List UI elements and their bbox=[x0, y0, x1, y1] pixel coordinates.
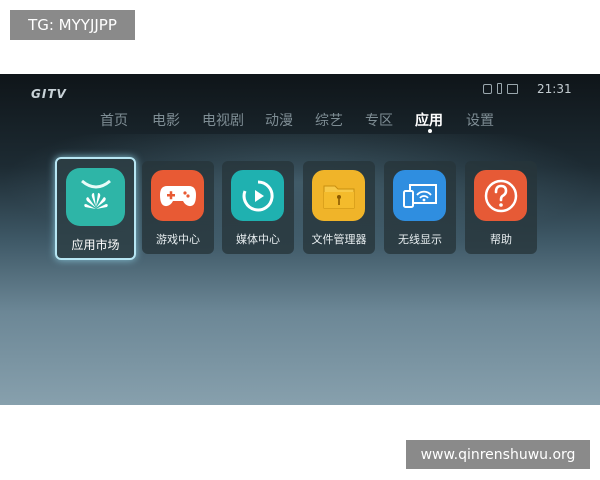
nav-item-settings[interactable]: 设置 bbox=[466, 110, 494, 130]
bottom-watermark: www.qinrenshuwu.org bbox=[406, 440, 590, 469]
huawei-bag-icon bbox=[66, 168, 125, 226]
app-tile-media-center[interactable]: 媒体中心 bbox=[222, 161, 294, 254]
nav-item-apps[interactable]: 应用 bbox=[415, 110, 443, 130]
page: TG: MYYJJPP GITV 21:31 首页 电影 电视剧 动漫 综艺 专… bbox=[0, 0, 600, 480]
app-label: 帮助 bbox=[490, 233, 512, 246]
app-tile-wireless-display[interactable]: 无线显示 bbox=[384, 161, 456, 254]
nav-item-tv-series[interactable]: 电视剧 bbox=[202, 110, 244, 130]
help-icon bbox=[474, 170, 527, 221]
app-label: 无线显示 bbox=[398, 233, 442, 246]
cast-screen-icon bbox=[393, 170, 446, 221]
usb-icon bbox=[497, 83, 502, 94]
nav-item-home[interactable]: 首页 bbox=[100, 110, 128, 130]
app-label: 文件管理器 bbox=[311, 233, 367, 246]
brand-logo: GITV bbox=[31, 87, 67, 101]
nav-item-anime[interactable]: 动漫 bbox=[265, 110, 293, 130]
play-circle-icon bbox=[231, 170, 284, 221]
screen-cast-icon bbox=[507, 83, 518, 94]
app-tile-file-manager[interactable]: 文件管理器 bbox=[303, 161, 375, 254]
gamepad-icon bbox=[151, 170, 204, 221]
nav-active-indicator bbox=[428, 129, 432, 133]
folder-icon bbox=[312, 170, 365, 221]
top-nav: 首页 电影 电视剧 动漫 综艺 专区 应用 设置 bbox=[0, 110, 600, 134]
tv-screen: GITV 21:31 首页 电影 电视剧 动漫 综艺 专区 应用 设置 应用市场… bbox=[0, 74, 600, 405]
app-tile-app-market[interactable]: 应用市场 bbox=[55, 157, 136, 260]
app-label: 媒体中心 bbox=[236, 233, 280, 246]
top-tag: TG: MYYJJPP bbox=[10, 10, 135, 40]
app-tile-game-center[interactable]: 游戏中心 bbox=[142, 161, 214, 254]
status-bar bbox=[483, 83, 518, 94]
nav-item-variety[interactable]: 综艺 bbox=[315, 110, 343, 130]
nav-item-zone[interactable]: 专区 bbox=[365, 110, 393, 130]
network-icon bbox=[483, 83, 492, 94]
clock: 21:31 bbox=[537, 82, 572, 96]
app-tile-help[interactable]: 帮助 bbox=[465, 161, 537, 254]
app-label: 应用市场 bbox=[71, 238, 120, 252]
nav-item-movies[interactable]: 电影 bbox=[152, 110, 180, 130]
app-label: 游戏中心 bbox=[156, 233, 200, 246]
